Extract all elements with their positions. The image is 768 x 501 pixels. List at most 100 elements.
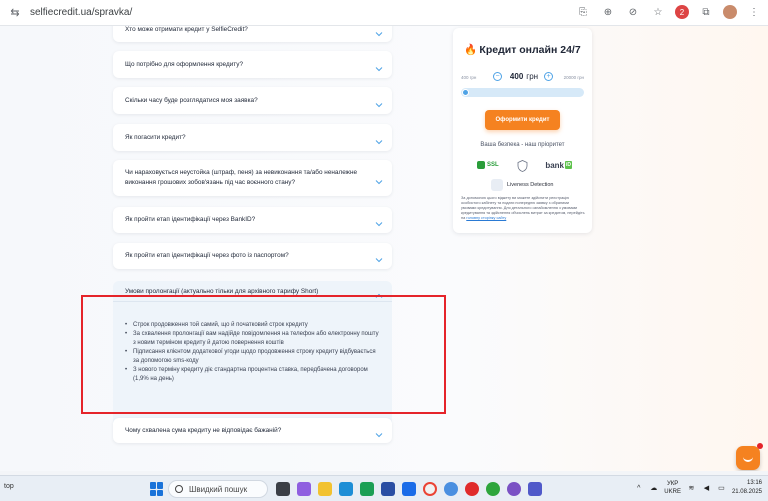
extension-badge-icon[interactable]: 2 — [675, 5, 689, 19]
chevron-down-icon — [375, 96, 383, 107]
widget-disclaimer: За допомогою цього віджету ви можете зді… — [461, 196, 585, 221]
faq-question: Як погасити кредит? — [125, 133, 186, 141]
chevron-down-icon — [375, 426, 383, 437]
browser-address-bar: ⇆ selfiecredit.ua/spravka/ ⎘ ⊕ ⊘ ☆ 2 ⧉ ⋮ — [0, 0, 768, 26]
chevron-down-icon — [375, 133, 383, 144]
taskbar-left-text: top — [4, 483, 14, 490]
volume-icon[interactable]: ◀ — [702, 484, 711, 493]
language-indicator[interactable]: УКР UKRE — [664, 480, 681, 496]
hide-eye-icon[interactable]: ⊘ — [625, 4, 641, 20]
faq-question: Хто може отримати кредит у SelfieCredit? — [125, 26, 248, 33]
dropbox-icon[interactable] — [402, 482, 416, 496]
faq-question[interactable]: Умови пролонгації (актуально тільки для … — [125, 288, 319, 296]
chevron-down-icon — [375, 60, 383, 71]
notification-dot — [757, 443, 763, 449]
faq-question-text: Умови пролонгації (актуально тільки для … — [125, 288, 319, 295]
battery-icon[interactable]: ▭ — [717, 484, 726, 493]
install-app-icon[interactable]: ⎘ — [575, 4, 591, 20]
store-icon[interactable] — [360, 482, 374, 496]
opera-icon[interactable] — [465, 482, 479, 496]
faq-question: Що потрібно для оформлення кредиту? — [125, 60, 244, 68]
widget-title: 🔥 Кредит онлайн 24/7 — [453, 43, 592, 56]
whatsapp-icon[interactable] — [486, 482, 500, 496]
time: 13:16 — [746, 480, 762, 486]
lock-icon — [477, 161, 485, 169]
chevron-up-icon[interactable]: ^ — [634, 484, 643, 493]
zoom-icon[interactable]: ⊕ — [600, 4, 616, 20]
home-page-link[interactable]: головну сторінку сайту — [466, 216, 506, 220]
faq-item[interactable]: Як пройти етап ідентифікації через фото … — [113, 243, 392, 269]
chevron-down-icon — [375, 26, 383, 37]
ssl-badge: SSL — [477, 161, 499, 169]
chevron-down-icon — [375, 173, 383, 185]
windows-start-icon[interactable] — [150, 482, 164, 496]
max-amount-label: 20000 грн — [563, 75, 584, 80]
faq-item[interactable]: Хто може отримати кредит у SelfieCredit? — [113, 26, 392, 42]
search-icon — [175, 485, 183, 493]
bankid-logo: bank iD — [545, 161, 572, 170]
widget-title-text: Кредит онлайн 24/7 — [479, 44, 581, 56]
avatar[interactable] — [723, 5, 737, 19]
taskbar-search[interactable]: Швидкий пошук — [168, 480, 268, 498]
faq-item[interactable]: Що потрібно для оформлення кредиту? — [113, 51, 392, 78]
liveness-detection: Liveness Detection — [491, 179, 553, 191]
apply-credit-button[interactable]: Оформити кредит — [485, 110, 560, 130]
chat-button[interactable] — [736, 446, 760, 470]
url-text[interactable]: selfiecredit.ua/spravka/ — [30, 7, 132, 18]
lang-code: УКР — [666, 481, 679, 487]
plus-button[interactable]: + — [544, 72, 553, 81]
credit-widget: 🔥 Кредит онлайн 24/7 400 грн − 400 грн + 2… — [453, 28, 592, 233]
faq-question: Як пройти етап ідентифікації через фото … — [125, 252, 289, 259]
security-badges: SSL bank iD — [477, 158, 572, 172]
liveness-label: Liveness Detection — [507, 182, 554, 188]
site-settings-icon[interactable]: ⇆ — [8, 6, 22, 20]
security-title: Ваша безпека - наш пріоритет — [480, 142, 565, 148]
slider-handle[interactable] — [462, 89, 469, 96]
minus-button[interactable]: − — [493, 72, 502, 81]
chrome-icon[interactable] — [423, 482, 437, 496]
taskbar-apps — [276, 482, 542, 496]
fire-icon: 🔥 — [464, 44, 478, 56]
date: 21.08.2025 — [731, 489, 762, 495]
office-icon[interactable] — [381, 482, 395, 496]
windows-taskbar: top Швидкий пошук ^ ☁ УКР UKRE ≋ ◀ ▭ 13:1… — [0, 475, 768, 501]
edge-icon[interactable] — [339, 482, 353, 496]
face-scan-icon — [491, 179, 503, 191]
faq-question: Чи нараховується неустойка (штраф, пеня)… — [125, 169, 358, 186]
app-icon[interactable] — [444, 482, 458, 496]
amount-slider[interactable] — [461, 88, 584, 97]
faq-question: Чому схвалена сума кредиту не відповідає… — [125, 426, 282, 434]
extensions-puzzle-icon[interactable]: ⧉ — [698, 4, 714, 20]
amount-number: 400 — [509, 72, 524, 81]
widgets-icon[interactable] — [297, 482, 311, 496]
system-tray: ^ ☁ УКР UKRE ≋ ◀ ▭ 13:16 21.08.2025 — [634, 479, 762, 497]
viber-icon[interactable] — [507, 482, 521, 496]
faq-item[interactable]: Чому схвалена сума кредиту не відповідає… — [113, 418, 392, 443]
search-placeholder: Швидкий пошук — [189, 484, 248, 494]
faq-item[interactable]: Як погасити кредит? — [113, 124, 392, 151]
clock[interactable]: 13:16 21.08.2025 — [732, 479, 762, 497]
cloud-icon[interactable]: ☁ — [649, 484, 658, 493]
faq-question: Скільки часу буде розглядатися моя заявк… — [125, 96, 258, 104]
menu-dots-icon[interactable]: ⋮ — [746, 4, 762, 20]
chevron-down-icon — [375, 215, 383, 227]
faq-item[interactable]: Як пройти етап ідентифікації через BankI… — [113, 207, 392, 233]
amount-value[interactable]: 400 грн — [505, 72, 543, 81]
task-view-icon[interactable] — [276, 482, 290, 496]
teams-icon[interactable] — [528, 482, 542, 496]
bank-label: bank — [545, 160, 564, 170]
min-amount-label: 400 грн — [461, 75, 477, 80]
bookmark-star-icon[interactable]: ☆ — [650, 4, 666, 20]
faq-item[interactable]: Чи нараховується неустойка (штраф, пеня)… — [113, 160, 392, 196]
bank-id-label: iD — [565, 161, 572, 169]
wifi-icon[interactable]: ≋ — [687, 484, 696, 493]
faq-item[interactable]: Скільки часу буде розглядатися моя заявк… — [113, 87, 392, 114]
page-content: Хто може отримати кредит у SelfieCredit?… — [0, 26, 768, 471]
amount-currency: грн — [526, 72, 539, 81]
file-explorer-icon[interactable] — [318, 482, 332, 496]
chevron-down-icon — [375, 251, 383, 263]
chevron-up-icon[interactable] — [375, 287, 383, 298]
browser-toolbar-icons: ⎘ ⊕ ⊘ ☆ 2 ⧉ ⋮ — [575, 4, 762, 20]
shield-icon — [517, 159, 528, 172]
faq-question: Як пройти етап ідентифікації через BankI… — [125, 216, 256, 223]
